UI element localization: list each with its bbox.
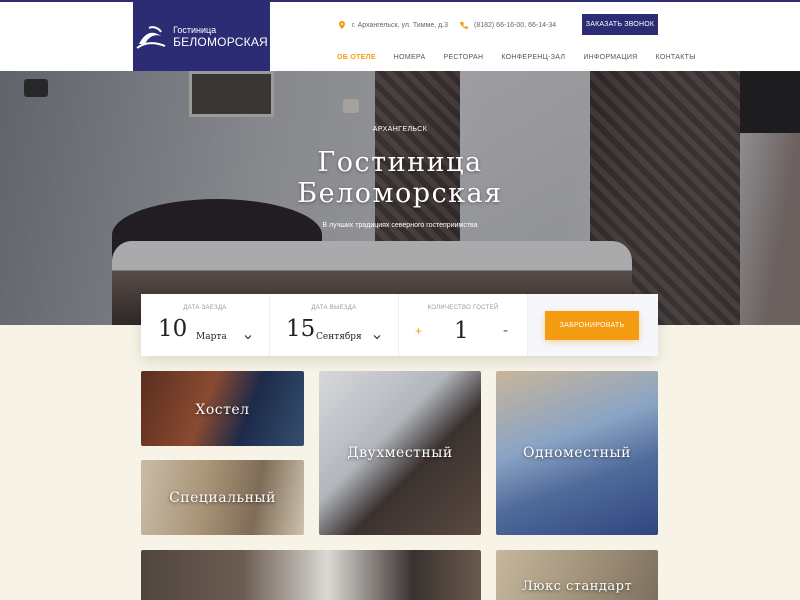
arrival-date-picker[interactable]: Дата заезда 10 Марта [141, 294, 270, 356]
nav-item-conference[interactable]: Конференц-зал [501, 54, 565, 61]
room-tile-label: Люкс стандарт [521, 579, 633, 594]
callback-button[interactable]: Заказать звонок [582, 14, 658, 35]
room-tile-label: Двухместный [347, 445, 453, 461]
guests-increase-button[interactable]: + [415, 324, 422, 338]
chevron-down-icon[interactable] [373, 333, 381, 341]
nav-item-rooms[interactable]: Номера [394, 54, 426, 61]
room-tile-label: Специальный [169, 490, 276, 506]
address: г. Архангельск, ул. Тимме, д.3 [338, 21, 448, 29]
hero-subtitle: В лучших традициях северного гостеприимс… [322, 222, 478, 229]
room-tile-single[interactable]: Одноместный [496, 371, 658, 535]
guests-label: Количество гостей [427, 305, 499, 311]
room-tile-lux-standard[interactable]: Люкс стандарт [496, 550, 658, 600]
guests-stepper: Количество гостей + 1 - [399, 294, 528, 356]
room-tile-label: Хостел [195, 402, 250, 418]
room-tile-hostel[interactable]: Хостел [141, 371, 304, 446]
arrival-month: Марта [196, 332, 227, 342]
logo-name-big: БЕЛОМОРСКАЯ [173, 34, 268, 49]
arrival-day: 10 [158, 316, 188, 342]
address-text: г. Архангельск, ул. Тимме, д.3 [352, 21, 449, 29]
booking-action: Забронировать [528, 294, 658, 356]
room-tile-bottom[interactable] [141, 550, 481, 600]
booking-widget: Дата заезда 10 Марта Дата выезда 15 Сент… [141, 294, 658, 356]
phone-text: (8182) 66-16-00, 66-14-34 [474, 21, 557, 29]
wave-logo-icon [136, 25, 166, 49]
hero-title-line1: Гостиница [317, 147, 483, 178]
arrival-label: Дата заезда [183, 305, 227, 311]
main-nav: Об отеле Номера Ресторан Конференц-зал И… [337, 54, 696, 61]
departure-month: Сентября [316, 332, 362, 342]
guests-decrease-button[interactable]: - [503, 322, 508, 339]
nav-item-restaurant[interactable]: Ресторан [443, 54, 483, 61]
nav-item-about[interactable]: Об отеле [337, 54, 376, 61]
nav-item-info[interactable]: Информация [583, 54, 637, 61]
site-header: Гостиница БЕЛОМОРСКАЯ г. Архангельск, ул… [0, 0, 800, 73]
phone[interactable]: (8182) 66-16-00, 66-14-34 [460, 21, 556, 29]
departure-day: 15 [286, 316, 316, 342]
hero-title-line2: Беломорская [297, 178, 503, 209]
logo[interactable]: Гостиница БЕЛОМОРСКАЯ [133, 2, 270, 73]
room-tile-double[interactable]: Двухместный [319, 371, 481, 535]
departure-date-picker[interactable]: Дата выезда 15 Сентября [270, 294, 399, 356]
book-button[interactable]: Забронировать [545, 311, 639, 340]
departure-label: Дата выезда [311, 305, 357, 311]
guests-count: 1 [454, 318, 469, 344]
phone-icon [460, 22, 468, 29]
chevron-down-icon[interactable] [244, 333, 252, 341]
hero-title: Гостиница Беломорская [0, 147, 800, 209]
hero-kicker: Архангельск [372, 126, 428, 133]
nav-item-contacts[interactable]: Контакты [656, 54, 696, 61]
hero-banner: Архангельск Гостиница Беломорская В лучш… [0, 71, 800, 325]
location-pin-icon [339, 21, 345, 29]
room-tile-special[interactable]: Специальный [141, 460, 304, 535]
room-tile-label: Одноместный [523, 445, 631, 461]
logo-text: Гостиница БЕЛОМОРСКАЯ [173, 26, 268, 48]
